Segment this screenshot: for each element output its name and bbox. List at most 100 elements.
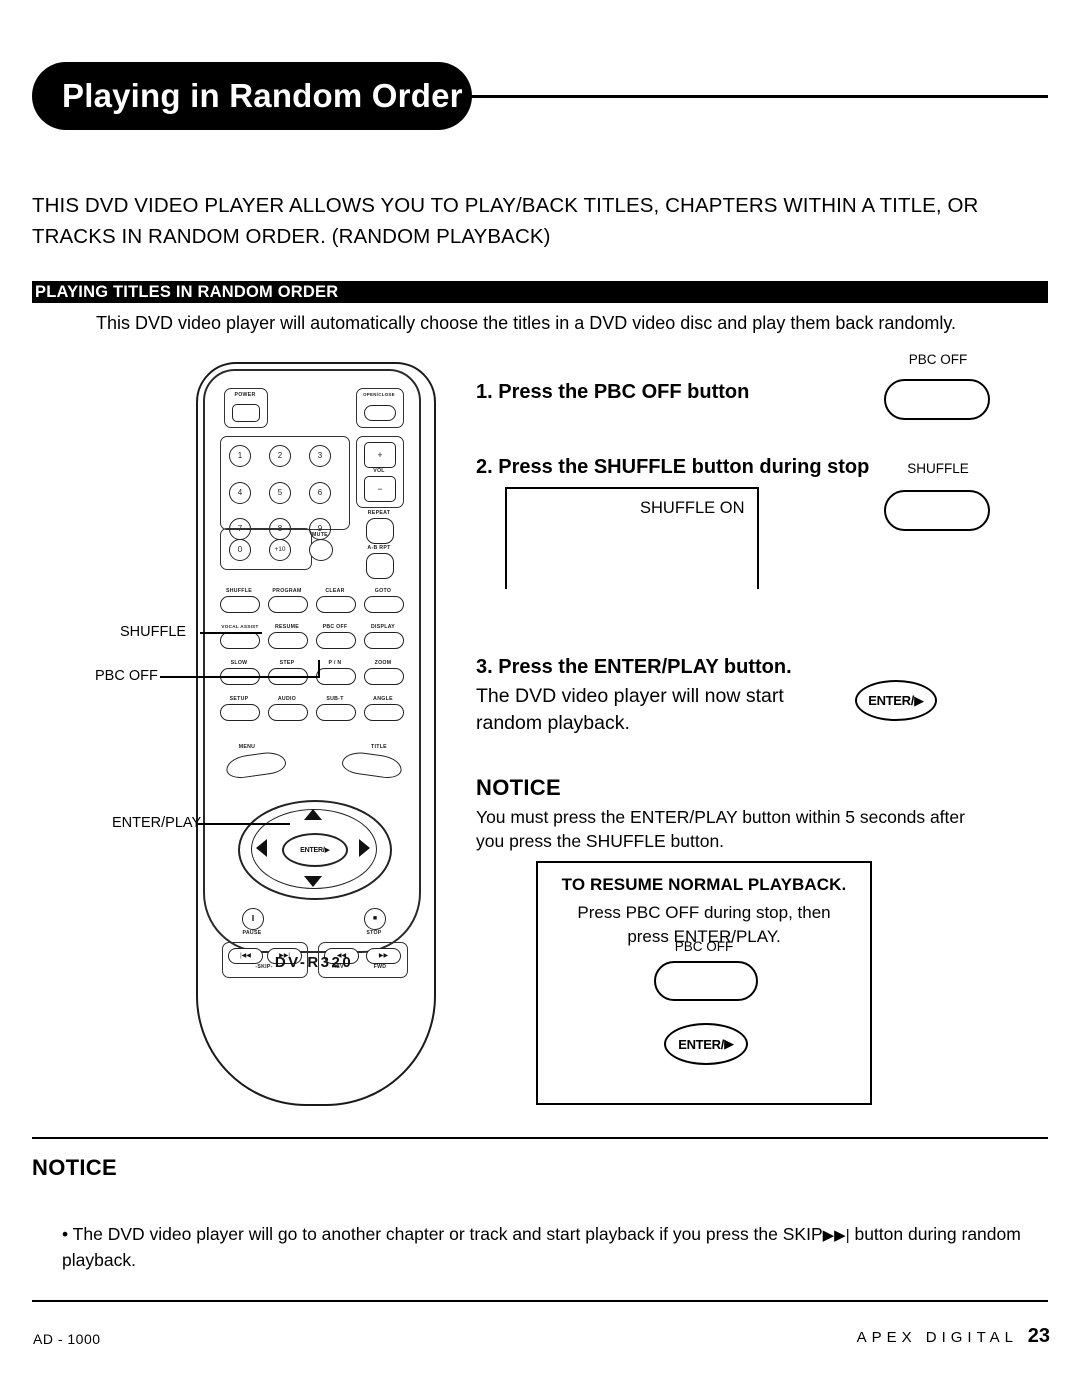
remote-num-5[interactable]: 5	[269, 482, 291, 504]
remote-step-label: STEP	[279, 660, 295, 666]
remote-slow-label: SLOW	[230, 660, 248, 666]
remote-mute-label: MUTE	[312, 532, 328, 538]
osd-shuffle-on-text: SHUFFLE ON	[640, 499, 745, 517]
remote-pbc-off-label: PBC OFF	[322, 624, 348, 630]
remote-repeat-label: REPEAT	[367, 510, 391, 516]
remote-angle-label: ANGLE	[373, 696, 393, 702]
notice-bottom-heading: NOTICE	[32, 1155, 117, 1180]
remote-ab-rpt-label: A-B RPT	[367, 545, 391, 551]
section-subtitle: This DVD video player will automatically…	[96, 313, 957, 333]
pbc-off-button-illustration[interactable]	[884, 379, 990, 420]
remote-program-button[interactable]	[268, 596, 308, 613]
remote-pn-button[interactable]	[316, 668, 356, 685]
dpad-enter-label: ENTER/	[300, 846, 325, 854]
remote-shuffle-button[interactable]	[220, 596, 260, 613]
remote-setup-button[interactable]	[220, 704, 260, 721]
remote-shuffle-label: SHUFFLE	[225, 588, 253, 594]
dpad-play-icon: ▶	[324, 847, 330, 854]
remote-vol-down-button[interactable]: −	[364, 476, 396, 502]
title-rule	[462, 95, 1048, 98]
footer-rule	[32, 1300, 1048, 1302]
remote-pause-button[interactable]: ‖	[242, 908, 264, 930]
remote-num-6[interactable]: 6	[309, 482, 331, 504]
callout-shuffle-label: SHUFFLE	[120, 624, 187, 640]
intro-line-2: TRACKS IN RANDOM ORDER. (RANDOM PLAYBACK…	[32, 225, 551, 248]
intro-line-1: THIS DVD VIDEO PLAYER ALLOWS YOU TO PLAY…	[32, 194, 979, 217]
resume-enter-play-illus-label: ENTER/	[678, 1036, 725, 1052]
remote-model-number: DV-R320	[274, 954, 354, 971]
remote-resume-label: RESUME	[275, 624, 299, 630]
resume-box-line-1: Press PBC OFF during stop, then	[577, 903, 831, 922]
remote-enter-play-button[interactable]: ENTER/▶	[282, 833, 348, 867]
remote-clear-button[interactable]	[316, 596, 356, 613]
remote-dpad: ENTER/▶	[238, 800, 392, 900]
resume-play-triangle-icon: ▶	[724, 1036, 734, 1051]
remote-clear-label: CLEAR	[325, 588, 345, 594]
remote-num-plus10[interactable]: +10	[269, 539, 291, 561]
resume-normal-playback-box: TO RESUME NORMAL PLAYBACK. Press PBC OFF…	[536, 861, 872, 1105]
resume-pbc-off-button-illustration[interactable]	[654, 961, 758, 1001]
notice-bottom-body: • The DVD video player will go to anothe…	[62, 1222, 1048, 1272]
remote-subt-button[interactable]	[316, 704, 356, 721]
remote-control-illustration: POWER OPEN/CLOSE 1 2 3 4 5 6 7 8 9 0 +10…	[196, 362, 436, 1106]
footer-document-code: AD - 1000	[33, 1331, 101, 1347]
dpad-left-icon[interactable]	[256, 839, 267, 857]
enter-play-button-illustration[interactable]: ENTER/▶	[855, 680, 937, 721]
callout-enter-play-label: ENTER/PLAY	[112, 815, 202, 831]
remote-display-button[interactable]	[364, 632, 404, 649]
remote-display-label: DISPLAY	[370, 624, 396, 630]
remote-zoom-label: ZOOM	[374, 660, 392, 666]
dpad-down-icon[interactable]	[304, 876, 322, 887]
resume-enter-play-button-illustration[interactable]: ENTER/▶	[664, 1023, 748, 1065]
notice-top-line-1: You must press the ENTER/PLAY button wit…	[476, 807, 965, 827]
remote-num-0[interactable]: 0	[229, 539, 251, 561]
section-header-label: PLAYING TITLES IN RANDOM ORDER	[35, 283, 339, 301]
remote-vol-up-button[interactable]: +	[364, 442, 396, 468]
step-2-heading: 2. Press the SHUFFLE button during stop	[476, 456, 870, 478]
remote-mute-button[interactable]	[309, 539, 333, 561]
callout-enter-play-line	[198, 823, 290, 825]
remote-vocal-assist-button[interactable]	[220, 632, 260, 649]
dpad-right-icon[interactable]	[359, 839, 370, 857]
remote-ab-rpt-button[interactable]	[366, 553, 394, 579]
remote-num-1[interactable]: 1	[229, 445, 251, 467]
page-header: Playing in Random Order	[32, 62, 1048, 134]
notice-top-heading: NOTICE	[476, 775, 561, 800]
remote-pbc-off-button[interactable]	[316, 632, 356, 649]
remote-zoom-button[interactable]	[364, 668, 404, 685]
remote-power-button[interactable]	[232, 404, 260, 422]
notice-bottom-text-pre: • The DVD video player will go to anothe…	[62, 1224, 823, 1244]
remote-repeat-button[interactable]	[366, 518, 394, 544]
shuffle-button-illustration[interactable]	[884, 490, 990, 531]
intro-paragraph: THIS DVD VIDEO PLAYER ALLOWS YOU TO PLAY…	[32, 190, 1048, 252]
page-title-pill: Playing in Random Order	[32, 62, 472, 130]
bottom-divider-rule	[32, 1137, 1048, 1139]
dpad-up-icon[interactable]	[304, 809, 322, 820]
shuffle-illus-label: SHUFFLE	[907, 461, 969, 476]
footer-brand: APEX DIGITAL	[856, 1329, 1018, 1346]
remote-num-2[interactable]: 2	[269, 445, 291, 467]
manual-page: Playing in Random Order THIS DVD VIDEO P…	[0, 0, 1080, 1397]
remote-pause-label: PAUSE	[242, 930, 262, 936]
step-3-body-line-1: The DVD video player will now start	[476, 685, 784, 707]
remote-stop-button[interactable]: ■	[364, 908, 386, 930]
remote-audio-button[interactable]	[268, 704, 308, 721]
remote-goto-button[interactable]	[364, 596, 404, 613]
page-title: Playing in Random Order	[62, 77, 463, 114]
remote-angle-button[interactable]	[364, 704, 404, 721]
resume-pbc-off-illus-label: PBC OFF	[674, 939, 734, 954]
remote-num-4[interactable]: 4	[229, 482, 251, 504]
remote-num-3[interactable]: 3	[309, 445, 331, 467]
remote-audio-label: AUDIO	[277, 696, 297, 702]
footer-page-number: 23	[1027, 1325, 1050, 1347]
remote-open-close-label: OPEN/CLOSE	[363, 392, 395, 397]
callout-pbc-off-riser	[318, 660, 320, 678]
resume-box-heading: TO RESUME NORMAL PLAYBACK.	[561, 875, 847, 894]
remote-vocal-assist-label: VOCAL ASSIST	[221, 624, 259, 629]
remote-resume-button[interactable]	[268, 632, 308, 649]
skip-forward-icon: ▶▶|	[822, 1227, 850, 1244]
step-3-body: The DVD video player will now start rand…	[476, 683, 784, 737]
remote-open-close-button[interactable]	[364, 405, 396, 421]
remote-subt-label: SUB-T	[326, 696, 344, 702]
remote-program-label: PROGRAM	[272, 588, 302, 594]
